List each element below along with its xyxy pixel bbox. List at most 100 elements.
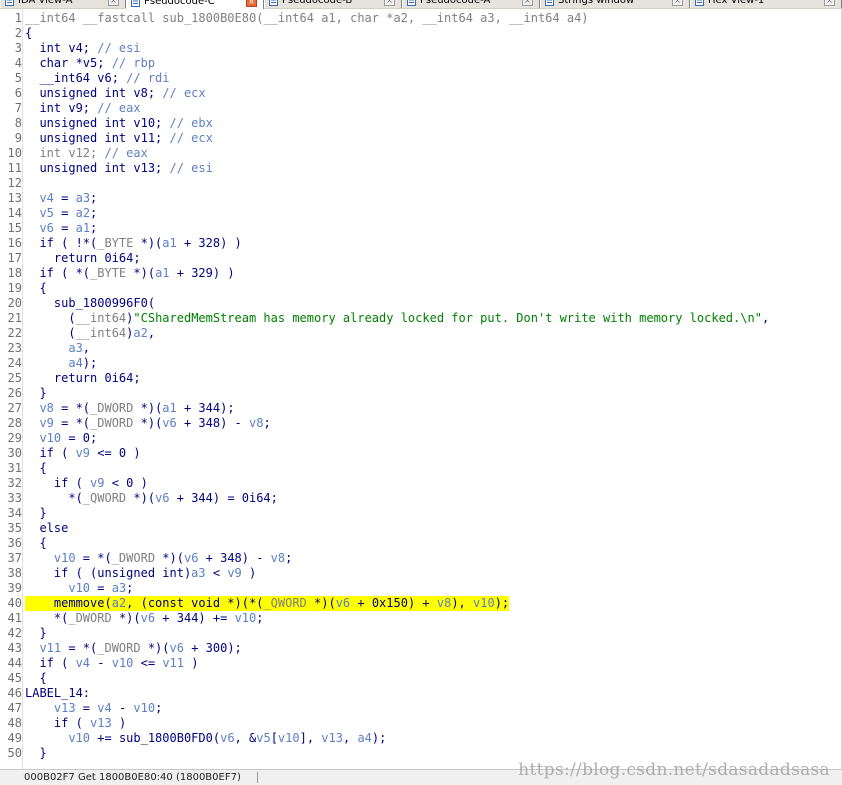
code-line[interactable]: 8 unsigned int v10; // ebx [0, 116, 842, 131]
code-token: memmove( [25, 596, 112, 610]
code-line[interactable]: 29 v10 = 0; [0, 431, 842, 446]
code-line[interactable]: 20 sub_1800996F0( [0, 296, 842, 311]
code-line[interactable]: 7 int v9; // eax [0, 101, 842, 116]
code-token: v6 [183, 551, 199, 565]
code-line[interactable]: 27 v8 = *(_DWORD *)(a1 + 344); [0, 401, 842, 416]
code-token: _BYTE [90, 266, 127, 280]
tab-pseudocode-c[interactable]: Pseudocode-C × [126, 0, 264, 9]
code-line[interactable]: 12 [0, 176, 842, 191]
code-text: unsigned int v11; // ecx [25, 131, 212, 146]
code-token: v6 [25, 221, 54, 235]
close-icon[interactable]: × [246, 0, 257, 7]
code-line[interactable]: 19 { [0, 281, 842, 296]
code-line[interactable]: 26 } [0, 386, 842, 401]
code-line[interactable]: 43 v11 = *(_DWORD *)(v6 + 300); [0, 641, 842, 656]
code-line[interactable]: 9 unsigned int v11; // ecx [0, 131, 842, 146]
code-line[interactable]: 4 char *v5; // rbp [0, 56, 842, 71]
code-line[interactable]: 47 v13 = v4 - v10; [0, 701, 842, 716]
code-token: + 0x150) + [350, 596, 437, 610]
code-line[interactable]: 3 int v4; // esi [0, 41, 842, 56]
code-text: v10 = *(_DWORD *)(v6 + 348) - v8; [25, 551, 292, 566]
code-line[interactable]: 44 if ( v4 - v10 <= v11 ) [0, 656, 842, 671]
code-line[interactable]: 6 unsigned int v8; // ecx [0, 86, 842, 101]
code-line[interactable]: 25 return 0i64; [0, 371, 842, 386]
line-number: 21 [7, 311, 22, 325]
code-line[interactable]: 1 __int64 __fastcall sub_1800B0E80(__int6… [0, 11, 842, 26]
line-number: 45 [7, 671, 22, 685]
code-line[interactable]: 38 if ( (unsigned int)a3 < v9 ) [0, 566, 842, 581]
code-line[interactable]: 34 } [0, 506, 842, 521]
close-icon[interactable]: × [108, 0, 119, 6]
line-number: 13 [7, 191, 22, 205]
tab-hex-view-1[interactable]: Hex View-1 × [690, 0, 842, 8]
code-token: } [25, 506, 47, 520]
code-line[interactable]: 13 v4 = a3; [0, 191, 842, 206]
code-line[interactable]: 16 if ( !*(_BYTE *)(a1 + 328) ) [0, 236, 842, 251]
line-number: 20 [7, 296, 22, 310]
code-token: + 328) ) [176, 236, 242, 250]
code-line[interactable]: 41 *(_DWORD *)(v6 + 344) += v10; [0, 611, 842, 626]
code-line[interactable]: 23 a3, [0, 341, 842, 356]
code-line[interactable]: 39 v10 = a3; [0, 581, 842, 596]
line-number: 37 [7, 551, 22, 565]
code-line[interactable]: 21 (__int64)"CSharedMemStream has memory… [0, 311, 842, 326]
code-token: , [82, 341, 91, 355]
code-line[interactable]: 2{ [0, 26, 842, 41]
line-number: 29 [7, 431, 22, 445]
tab-strings-window[interactable]: Strings window × [540, 0, 690, 8]
code-line[interactable]: 5 __int64 v6; // rdi [0, 71, 842, 86]
code-token: v9 [90, 476, 105, 490]
tab-label: Hex View-1 [708, 0, 765, 6]
code-line[interactable]: 17 return 0i64; [0, 251, 842, 266]
code-line[interactable]: 45 { [0, 671, 842, 686]
code-line[interactable]: 48 if ( v13 ) [0, 716, 842, 731]
code-line[interactable]: 35 else [0, 521, 842, 536]
code-text: sub_1800996F0( [25, 296, 155, 311]
close-icon[interactable]: × [672, 0, 683, 6]
code-line[interactable]: 22 (__int64)a2, [0, 326, 842, 341]
code-token: *( [25, 491, 83, 505]
code-token: char *v5; [25, 56, 112, 70]
line-number: 7 [14, 101, 22, 115]
line-number: 24 [7, 356, 22, 370]
code-line[interactable]: 46 LABEL_14: [0, 686, 842, 701]
pseudocode-view[interactable]: 1 __int64 __fastcall sub_1800B0E80(__int6… [0, 9, 842, 769]
code-line[interactable]: 31 { [0, 461, 842, 476]
code-token: *)( [133, 401, 163, 415]
code-line[interactable]: 18 if ( *(_BYTE *)(a1 + 329) ) [0, 266, 842, 281]
code-line[interactable]: 42 } [0, 626, 842, 641]
code-line[interactable]: 33 *(_QWORD *)(v6 + 344) = 0i64; [0, 491, 842, 506]
close-icon[interactable]: × [384, 0, 395, 6]
code-line[interactable]: 36 { [0, 536, 842, 551]
code-line[interactable]: 37 v10 = *(_DWORD *)(v6 + 348) - v8; [0, 551, 842, 566]
code-token: v13 [90, 716, 112, 730]
tab-pseudocode-a[interactable]: Pseudocode-A × [402, 0, 540, 8]
code-line[interactable]: 30 if ( v9 <= 0 ) [0, 446, 842, 461]
code-text: if ( v4 - v10 <= v11 ) [25, 656, 198, 671]
code-token: *( [25, 611, 69, 625]
code-token: v11 [162, 656, 184, 670]
code-text: unsigned int v13; // esi [25, 161, 212, 176]
code-token: a2 [111, 596, 127, 610]
code-line[interactable]: 32 if ( v9 < 0 ) [0, 476, 842, 491]
code-line[interactable]: 28 v9 = *(_DWORD *)(v6 + 348) - v8; [0, 416, 842, 431]
code-line[interactable]: 15 v6 = a1; [0, 221, 842, 236]
close-icon[interactable]: × [522, 0, 533, 6]
code-text: { [25, 281, 46, 296]
line-number: 15 [7, 221, 22, 235]
code-token: *)( [140, 641, 170, 655]
tab-pseudocode-b[interactable]: Pseudocode-B × [264, 0, 402, 8]
code-line[interactable]: 14 v5 = a2; [0, 206, 842, 221]
tab-ida-view-a[interactable]: IDA View-A × [0, 0, 126, 8]
code-text: char *v5; // rbp [25, 56, 155, 71]
close-icon[interactable]: × [824, 0, 835, 6]
code-line[interactable]: 11 unsigned int v13; // esi [0, 161, 842, 176]
code-line[interactable]: 40 memmove(a2, (const void *)(*(_QWORD *… [0, 596, 842, 611]
code-line[interactable]: 49 v10 += sub_1800B0FD0(v6, &v5[v10], v1… [0, 731, 842, 746]
code-line[interactable]: 24 a4); [0, 356, 842, 371]
code-token: ; [263, 416, 271, 430]
code-token: + 344) += [155, 611, 235, 625]
code-line[interactable]: 50 } [0, 746, 842, 761]
code-line[interactable]: 10 int v12; // eax [0, 146, 842, 161]
code-text: v10 += sub_1800B0FD0(v6, &v5[v10], v13, … [25, 731, 386, 746]
